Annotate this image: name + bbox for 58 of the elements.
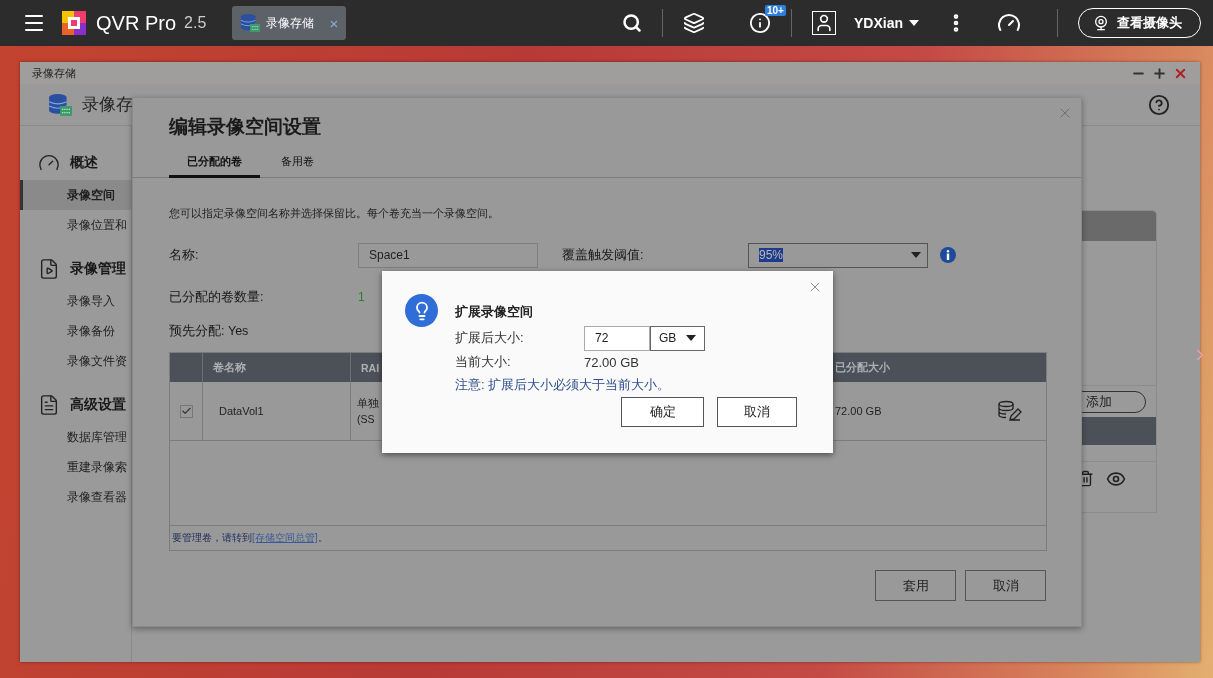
row-checkbox[interactable]: [179, 404, 193, 418]
sidebar-section: 高级设置: [70, 396, 126, 414]
sidebar-section: 概述: [70, 154, 98, 172]
name-field[interactable]: Space1: [358, 242, 538, 268]
info-icon[interactable]: [940, 247, 956, 263]
sidebar-item[interactable]: 数据库管理: [20, 422, 131, 452]
sidebar-item[interactable]: 录像导入: [20, 286, 131, 316]
notification-badge: 10+: [765, 5, 786, 16]
table-cell: 72.00 GB: [835, 405, 882, 417]
video-file-icon: [38, 258, 60, 280]
description: 您可以指定录像空间名称并选择保留比。每个卷充当一个录像空间。: [169, 206, 500, 221]
unit-select[interactable]: GB: [650, 325, 705, 351]
app-tab[interactable]: 录像存储 ×: [232, 6, 347, 40]
dialog-tab[interactable]: 备用卷: [260, 150, 334, 178]
database-edit-icon[interactable]: [998, 400, 1022, 422]
field-label: 扩展后大小:: [455, 329, 525, 347]
field-label: 名称:: [169, 246, 200, 264]
database-icon: [240, 13, 261, 33]
sidebar-item[interactable]: 重建录像索: [20, 452, 131, 482]
threshold-select[interactable]: 95%: [748, 242, 928, 268]
user-icon[interactable]: [812, 11, 836, 35]
search-icon[interactable]: [622, 13, 642, 33]
field-label: 覆盖触发阈值:: [562, 246, 645, 264]
help-icon[interactable]: [1148, 93, 1170, 116]
app-version: 2.5: [184, 14, 207, 32]
current-size: 72.00 GB: [584, 354, 639, 370]
dialog-button[interactable]: 套用: [875, 570, 956, 601]
user-menu[interactable]: YDXian: [854, 15, 919, 31]
maximize-icon[interactable]: [1152, 65, 1167, 81]
window-title: 录像存储: [32, 65, 76, 81]
database-icon: [48, 92, 72, 117]
volume-count: 1: [358, 290, 365, 304]
dialog-title: 编辑录像空间设置: [169, 115, 321, 139]
sidebar-section: 录像管理: [70, 260, 126, 278]
dialog-button[interactable]: 取消: [717, 397, 797, 427]
dialog-tab[interactable]: 已分配的卷: [169, 150, 260, 178]
field-label: 已分配的卷数量:: [169, 288, 265, 306]
dialog-title: 扩展录像空间: [455, 303, 534, 321]
table-cell: DataVol1: [202, 382, 350, 440]
sidebar-item[interactable]: 录像查看器: [20, 482, 131, 512]
dialog-button[interactable]: 确定: [621, 397, 704, 427]
footer-note: 要管理卷，请转到[存储空间总管]。: [172, 531, 328, 545]
sidebar-item[interactable]: 录像备份: [20, 316, 131, 346]
app-name: QVR Pro: [96, 11, 177, 35]
lightbulb-icon: [405, 294, 438, 327]
column-header: 卷名称: [202, 353, 350, 382]
sidebar-item[interactable]: 录像文件资: [20, 346, 131, 376]
sidebar-item[interactable]: 录像空间: [20, 180, 131, 210]
size-field[interactable]: 72: [584, 325, 650, 351]
sidebar-item[interactable]: 录像位置和: [20, 210, 131, 240]
camera-icon: [1093, 15, 1109, 31]
app-logo-icon: [62, 11, 86, 35]
stack-icon[interactable]: [683, 12, 705, 34]
field-label: 当前大小:: [455, 353, 512, 371]
window-header: 录像存: [82, 94, 133, 116]
info-icon[interactable]: [749, 12, 771, 34]
preallocation-text: 预先分配: Yes: [169, 322, 249, 340]
dialog-button[interactable]: 取消: [965, 570, 1046, 601]
